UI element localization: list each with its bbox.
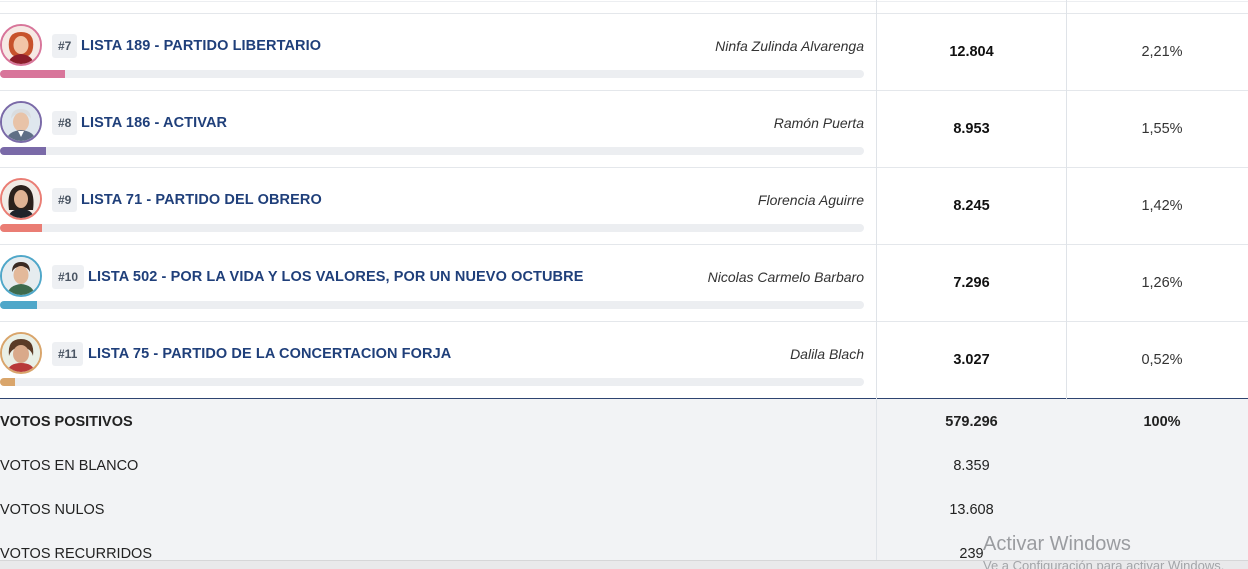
candidate-name: Ramón Puerta xyxy=(773,115,864,131)
rank-badge: #9 xyxy=(52,188,78,212)
party-row[interactable]: #7 LISTA 189 - PARTIDO LIBERTARIO Ninfa … xyxy=(0,14,1248,91)
vote-share-fill xyxy=(0,70,65,78)
candidate-photo-icon xyxy=(2,334,40,372)
party-row[interactable]: #11 LISTA 75 - PARTIDO DE LA CONCERTACIO… xyxy=(0,322,1248,399)
vote-share-fill xyxy=(0,147,46,155)
candidate-avatar xyxy=(0,332,42,374)
party-row[interactable]: #10 LISTA 502 - POR LA VIDA Y LOS VALORE… xyxy=(0,245,1248,322)
windows-activation-watermark-title: Activar Windows xyxy=(983,533,1131,555)
candidate-avatar xyxy=(0,178,42,220)
null-votes-count: 13.608 xyxy=(949,502,994,518)
candidate-name: Florencia Aguirre xyxy=(757,192,864,208)
rank-badge: #7 xyxy=(52,34,78,58)
vote-share-bar xyxy=(0,70,864,78)
vote-count: 3.027 xyxy=(953,352,990,368)
rank-badge: #11 xyxy=(52,342,84,366)
column-divider xyxy=(876,0,877,560)
candidate-photo-icon xyxy=(2,257,40,295)
summary-row-null: VOTOS NULOS 13.608 xyxy=(0,487,1248,531)
party-name: LISTA 71 - PARTIDO DEL OBRERO xyxy=(81,192,322,208)
party-row[interactable]: #9 LISTA 71 - PARTIDO DEL OBRERO Florenc… xyxy=(0,168,1248,245)
vote-count: 12.804 xyxy=(949,44,994,60)
column-divider xyxy=(1066,0,1067,400)
candidate-avatar xyxy=(0,255,42,297)
candidate-name: Dalila Blach xyxy=(790,346,864,362)
vote-count: 7.296 xyxy=(953,275,990,291)
candidate-photo-icon xyxy=(2,180,40,218)
vote-count: 8.245 xyxy=(953,198,990,214)
vote-percent: 1,55% xyxy=(1141,121,1183,137)
positive-votes-label: VOTOS POSITIVOS xyxy=(0,414,133,430)
blank-votes-label: VOTOS EN BLANCO xyxy=(0,458,139,474)
vote-percent: 1,42% xyxy=(1141,198,1183,214)
windows-activation-watermark-subtitle: Ve a Configuración para activar Windows. xyxy=(983,558,1225,569)
vote-percent: 2,21% xyxy=(1141,44,1183,60)
summary-row-blank: VOTOS EN BLANCO 8.359 xyxy=(0,443,1248,487)
vote-count: 8.953 xyxy=(953,121,990,137)
vote-share-bar xyxy=(0,147,864,155)
positive-votes-percent: 100% xyxy=(1143,414,1181,430)
vote-percent: 1,26% xyxy=(1141,275,1183,291)
rank-badge: #8 xyxy=(52,111,78,135)
party-row[interactable]: #8 LISTA 186 - ACTIVAR Ramón Puerta 8.95… xyxy=(0,91,1248,168)
vote-share-fill xyxy=(0,224,42,232)
vote-percent: 0,52% xyxy=(1141,352,1183,368)
vote-share-bar xyxy=(0,378,864,386)
candidate-photo-icon xyxy=(2,26,40,64)
vote-share-bar xyxy=(0,301,864,309)
previous-row-border xyxy=(0,1,1248,2)
null-votes-label: VOTOS NULOS xyxy=(0,502,105,518)
vote-share-bar xyxy=(0,224,864,232)
results-table: #7 LISTA 189 - PARTIDO LIBERTARIO Ninfa … xyxy=(0,0,1248,569)
party-name: LISTA 186 - ACTIVAR xyxy=(81,115,228,131)
candidate-name: Nicolas Carmelo Barbaro xyxy=(707,269,864,285)
rank-badge: #10 xyxy=(52,265,85,289)
blank-votes-count: 8.359 xyxy=(953,458,990,474)
candidate-photo-icon xyxy=(2,103,40,141)
party-name: LISTA 189 - PARTIDO LIBERTARIO xyxy=(81,38,322,54)
party-name: LISTA 502 - POR LA VIDA Y LOS VALORES, P… xyxy=(88,269,584,285)
summary-row-positive: VOTOS POSITIVOS 579.296 100% xyxy=(0,399,1248,443)
candidate-avatar xyxy=(0,101,42,143)
candidate-name: Ninfa Zulinda Alvarenga xyxy=(715,38,864,54)
positive-votes-count: 579.296 xyxy=(945,414,998,430)
vote-share-fill xyxy=(0,378,16,386)
party-name: LISTA 75 - PARTIDO DE LA CONCERTACION FO… xyxy=(88,346,452,362)
candidate-avatar xyxy=(0,24,42,66)
vote-share-fill xyxy=(0,301,37,309)
